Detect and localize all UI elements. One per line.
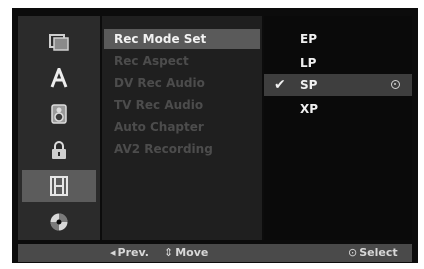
disc-copy-icon — [49, 34, 69, 51]
sidebar-item-recording[interactable] — [22, 170, 96, 202]
sidebar-item-disc-copy[interactable] — [22, 26, 96, 58]
prev-label: Prev. — [117, 246, 149, 259]
submenu-item-tv-rec-audio[interactable]: TV Rec Audio — [104, 95, 260, 115]
move-label: Move — [175, 246, 209, 259]
recording-submenu: Rec Mode Set Rec Aspect DV Rec Audio TV … — [102, 16, 262, 240]
submenu-item-av2-recording[interactable]: AV2 Recording — [104, 139, 260, 159]
submenu-item-rec-aspect[interactable]: Rec Aspect — [104, 51, 260, 71]
submenu-item-auto-chapter[interactable]: Auto Chapter — [104, 117, 260, 137]
select-label: Select — [359, 246, 398, 259]
key-hint-bar: ◂ Prev. ⇕ Move ⊙ Select — [18, 244, 412, 262]
option-sp[interactable]: ✔ SP — [264, 74, 412, 96]
submenu-item-dv-rec-audio[interactable]: DV Rec Audio — [104, 73, 260, 93]
prev-hint: ◂ Prev. — [110, 244, 149, 262]
film-record-icon — [50, 176, 68, 196]
category-sidebar — [18, 16, 100, 240]
option-ep[interactable]: EP — [264, 28, 412, 50]
move-hint: ⇕ Move — [164, 244, 208, 262]
option-label: LP — [300, 56, 317, 70]
checkmark-icon: ✔ — [274, 77, 286, 93]
language-a-icon — [50, 68, 68, 88]
option-label: XP — [300, 102, 319, 116]
option-label: SP — [300, 78, 318, 92]
left-arrow-icon: ◂ — [110, 246, 116, 259]
sidebar-item-language[interactable] — [22, 62, 96, 94]
up-down-arrow-icon: ⇕ — [164, 246, 174, 259]
disc-icon — [50, 213, 68, 231]
select-hint: ⊙ Select — [348, 244, 398, 262]
option-label: EP — [300, 32, 317, 46]
sidebar-item-disc[interactable] — [22, 206, 96, 238]
enter-button-icon: ⊙ — [348, 246, 358, 259]
option-xp[interactable]: XP — [264, 98, 412, 120]
submenu-item-rec-mode-set[interactable]: Rec Mode Set — [104, 29, 260, 49]
lock-icon — [52, 141, 66, 159]
sidebar-item-lock[interactable] — [22, 134, 96, 166]
rec-mode-options: EP LP ✔ SP XP — [264, 16, 412, 240]
option-lp[interactable]: LP — [264, 52, 412, 74]
select-indicator-icon — [391, 80, 400, 89]
audio-speaker-icon — [51, 104, 67, 124]
setup-menu-screen: Rec Mode Set Rec Aspect DV Rec Audio TV … — [12, 8, 418, 263]
sidebar-item-audio[interactable] — [22, 98, 96, 130]
